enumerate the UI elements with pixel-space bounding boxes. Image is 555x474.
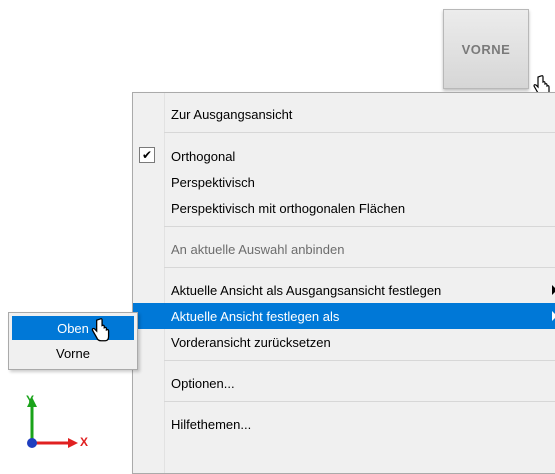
menu-item-set-current-view-as[interactable]: Aktuelle Ansicht festlegen als <box>133 303 555 329</box>
submenu-item-front[interactable]: Vorne <box>12 341 134 365</box>
menu-item-perspective-orthogonal-faces[interactable]: Perspektivisch mit orthogonalen Flächen <box>133 195 555 221</box>
menu-separator <box>164 401 555 402</box>
menu-item-options[interactable]: Optionen... <box>133 370 555 396</box>
menu-separator <box>164 226 555 227</box>
menu-separator <box>164 267 555 268</box>
viewcube-face-label: VORNE <box>461 41 511 57</box>
submenu-item-top[interactable]: Oben <box>12 316 134 340</box>
menu-item-reset-front[interactable]: Vorderansicht zurücksetzen <box>133 329 555 355</box>
menu-separator <box>164 132 555 133</box>
menu-item-help-topics[interactable]: Hilfethemen... <box>133 411 555 437</box>
checkmark-icon: ✔ <box>139 147 155 163</box>
set-view-as-submenu: Oben Vorne <box>8 312 138 370</box>
menu-item-home-view[interactable]: Zur Ausgangsansicht <box>133 101 555 127</box>
hand-cursor-icon <box>91 318 110 342</box>
menu-item-lock-to-selection: An aktuelle Auswahl anbinden <box>171 241 345 257</box>
viewcube-context-menu: Zur Ausgangsansicht ✔ Orthogonal Perspek… <box>132 92 555 474</box>
viewcube-front-face[interactable]: VORNE <box>443 9 529 89</box>
menu-item-orthogonal[interactable]: ✔ Orthogonal <box>133 143 555 169</box>
y-axis-label: Y <box>26 393 35 407</box>
menu-item-perspective[interactable]: Perspektivisch <box>133 169 555 195</box>
x-axis-label: X <box>80 435 89 449</box>
menu-separator <box>164 360 555 361</box>
menu-item-set-current-as-home[interactable]: Aktuelle Ansicht als Ausgangsansicht fes… <box>133 277 555 303</box>
axis-triad: Y X <box>18 393 98 461</box>
